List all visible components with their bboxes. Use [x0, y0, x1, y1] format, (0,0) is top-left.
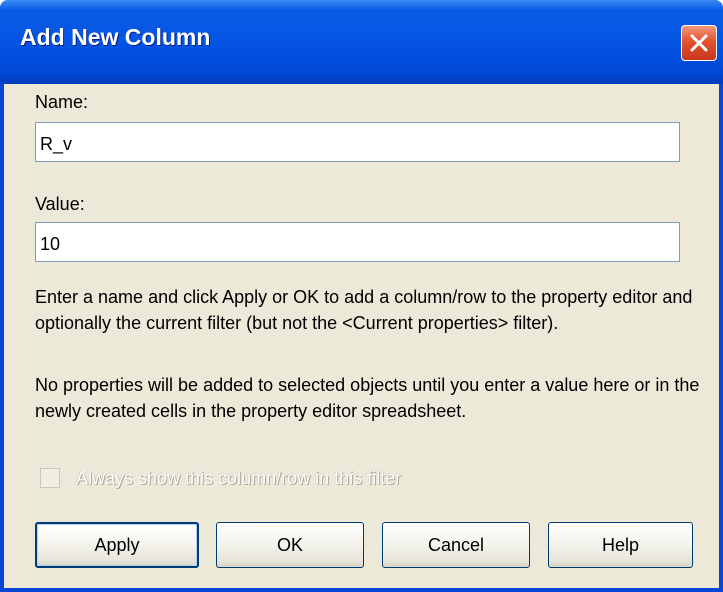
always-show-label: Always show this column/row in this filt…: [76, 468, 402, 488]
cancel-button[interactable]: Cancel: [382, 522, 530, 568]
title-bar[interactable]: Add New Column: [0, 0, 723, 84]
close-button[interactable]: [681, 25, 717, 61]
help-text-properties: No properties will be added to selected …: [35, 375, 700, 421]
name-label: Name:: [35, 92, 89, 112]
ok-button[interactable]: OK: [216, 522, 364, 568]
help-text-filter: Enter a name and click Apply or OK to ad…: [35, 287, 693, 333]
help-button[interactable]: Help: [548, 522, 693, 568]
value-label: Value:: [35, 194, 85, 214]
dialog-body: Name: Value: Enter a name and click Appl…: [4, 84, 719, 588]
close-icon: [690, 34, 708, 52]
name-field[interactable]: [35, 122, 680, 162]
dialog-window: Add New Column Name: Value: Enter a name…: [0, 0, 723, 592]
always-show-checkbox: [40, 468, 60, 488]
value-field[interactable]: [35, 222, 680, 262]
window-title: Add New Column: [20, 24, 211, 50]
apply-button[interactable]: Apply: [35, 522, 199, 568]
